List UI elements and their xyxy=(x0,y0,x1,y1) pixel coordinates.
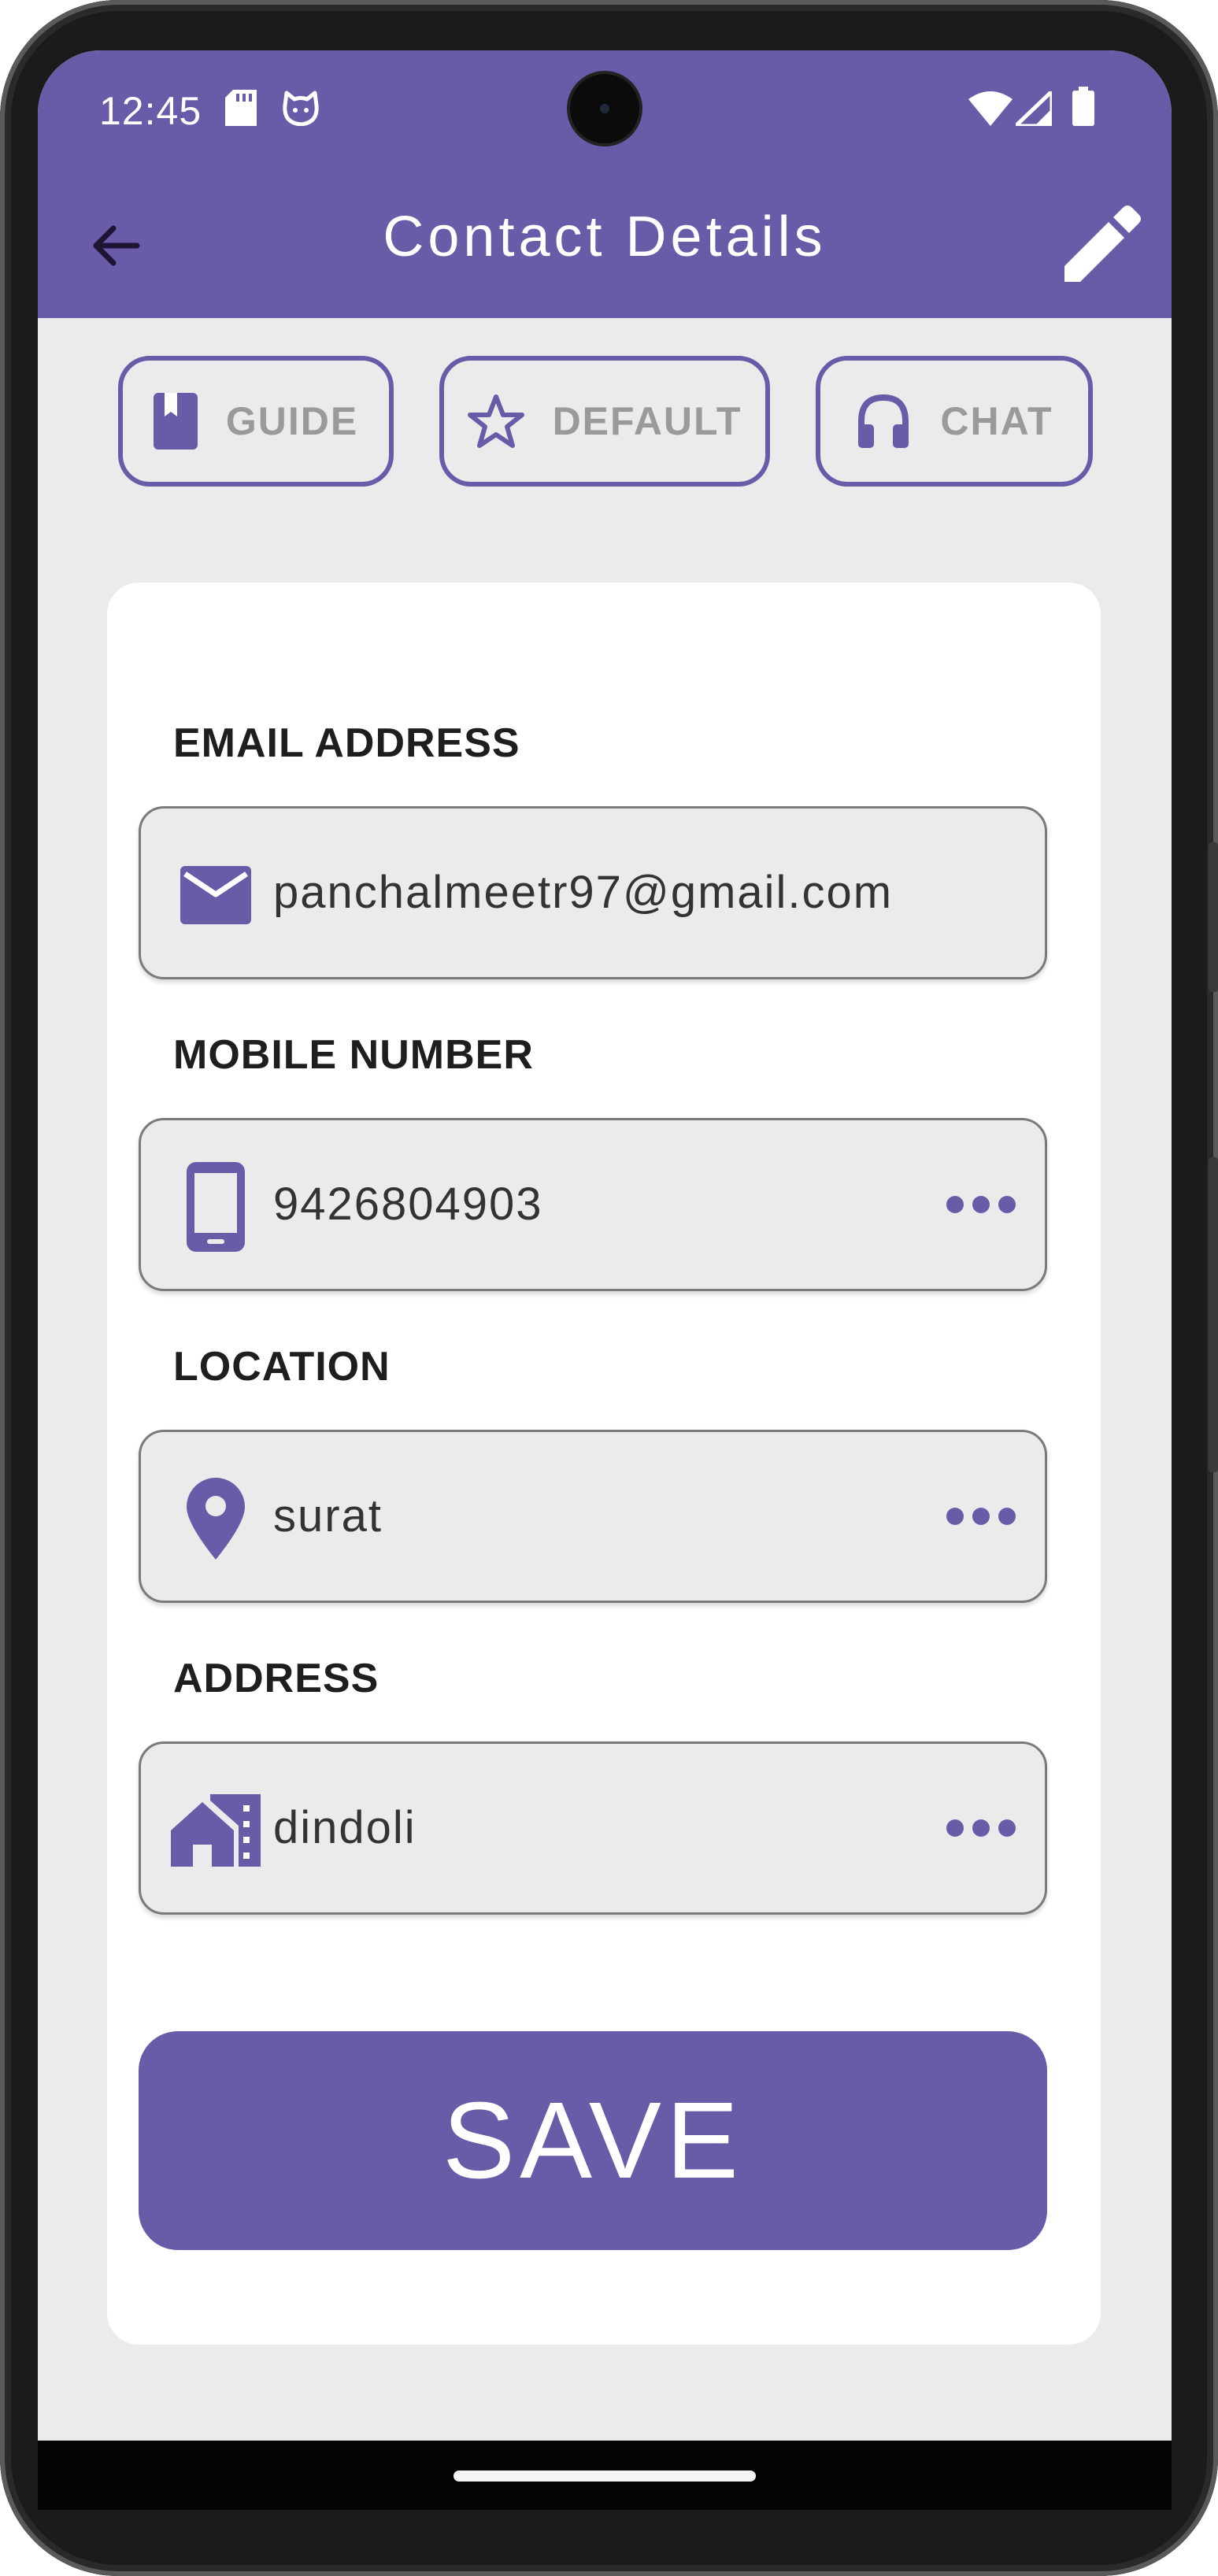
email-label: EMAIL ADDRESS xyxy=(173,720,520,766)
signal-icon xyxy=(1016,91,1052,126)
default-chip-label: DEFAULT xyxy=(552,399,742,443)
mobile-value: 9426804903 xyxy=(273,1179,543,1230)
address-value: dindoli xyxy=(273,1802,416,1853)
wifi-icon xyxy=(968,91,1013,126)
front-camera xyxy=(570,74,639,143)
mail-icon xyxy=(165,840,267,950)
phone-icon xyxy=(165,1152,267,1262)
guide-chip-label: GUIDE xyxy=(225,399,359,443)
contact-form-card: EMAIL ADDRESS panchalmeetr97@gmail.com M… xyxy=(107,583,1101,2345)
save-button-label: SAVE xyxy=(442,2079,743,2201)
mobile-label: MOBILE NUMBER xyxy=(173,1032,534,1078)
location-label: LOCATION xyxy=(173,1344,391,1390)
chat-chip-label: CHAT xyxy=(940,399,1053,443)
edit-button[interactable] xyxy=(1057,203,1143,290)
headset-icon xyxy=(858,394,909,448)
home-indicator[interactable] xyxy=(454,2471,756,2482)
power-button xyxy=(1209,842,1218,992)
chat-chip[interactable]: CHAT xyxy=(816,356,1093,487)
more-options-icon[interactable] xyxy=(946,1808,1016,1848)
more-options-icon[interactable] xyxy=(946,1497,1016,1536)
battery-icon xyxy=(1072,87,1094,126)
sd-card-icon xyxy=(225,90,257,126)
star-outline-icon xyxy=(467,394,524,448)
location-pin-icon xyxy=(165,1464,267,1574)
email-value: panchalmeetr97@gmail.com xyxy=(273,867,894,918)
location-value: surat xyxy=(273,1490,383,1542)
app-bar: 12:45 Contact Details xyxy=(38,50,1172,318)
volume-button xyxy=(1209,1157,1218,1472)
address-label: ADDRESS xyxy=(173,1656,379,1701)
default-chip[interactable]: DEFAULT xyxy=(439,356,770,487)
book-icon xyxy=(153,393,198,450)
screen: 12:45 Contact Details GUIDE DEFAULT CHAT… xyxy=(38,50,1172,2510)
house-icon xyxy=(165,1775,267,1886)
address-field[interactable]: dindoli xyxy=(139,1741,1047,1915)
mobile-field[interactable]: 9426804903 xyxy=(139,1118,1047,1291)
cat-face-icon xyxy=(283,91,319,126)
status-time: 12:45 xyxy=(99,89,202,133)
location-field[interactable]: surat xyxy=(139,1430,1047,1603)
more-options-icon[interactable] xyxy=(946,1185,1016,1224)
guide-chip[interactable]: GUIDE xyxy=(118,356,394,487)
save-button[interactable]: SAVE xyxy=(139,2031,1047,2250)
email-field[interactable]: panchalmeetr97@gmail.com xyxy=(139,806,1047,979)
gesture-navigation-bar xyxy=(38,2441,1172,2510)
page-title: Contact Details xyxy=(383,205,827,268)
